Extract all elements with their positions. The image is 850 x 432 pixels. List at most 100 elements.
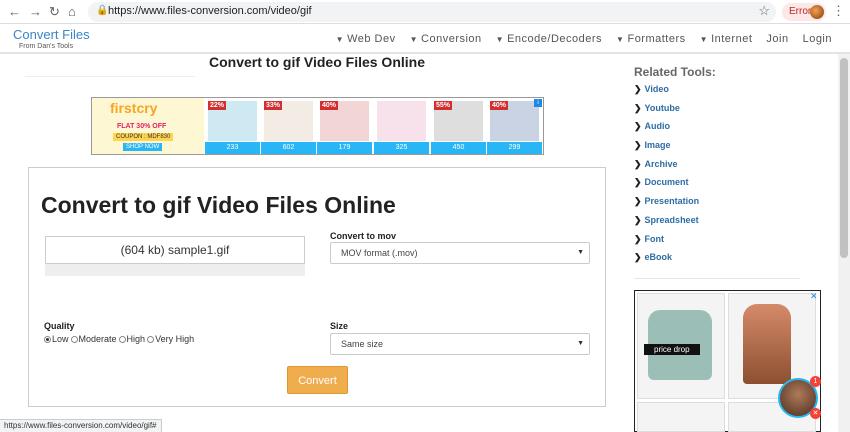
error-label: Error [789,6,812,17]
address-bar[interactable]: 🔒 https://www.files-conversion.com/video… [88,2,776,22]
kebab-menu-icon[interactable]: ⋮ [832,3,845,19]
related-item-presentation[interactable]: ❯ Presentation [634,196,699,215]
format-select-value: MOV format (.mov) [341,248,418,258]
quality-radio-group: Low Moderate High Very High [44,334,196,344]
product-price: 233 [205,142,260,154]
related-item-audio[interactable]: ❯ Audio [634,121,699,140]
bookmark-star-icon[interactable]: ☆ [758,3,770,19]
related-item-document[interactable]: ❯ Document [634,177,699,196]
chat-notification-badge: 1 [810,376,821,387]
radio-dot[interactable] [44,335,51,343]
quality-very-high-radio[interactable]: Very High [147,334,194,344]
related-item-ebook[interactable]: ❯ eBook [634,252,699,271]
product-price: 602 [261,142,316,154]
related-item-spreadsheet[interactable]: ❯ Spreadsheet [634,215,699,234]
nav-encode-decoders[interactable]: ▼ Encode/Decoders [496,33,602,45]
ad-coupon: COUPON : MDF830 [113,133,174,141]
caret-down-icon: ▼ [409,35,419,44]
ad-product-tile[interactable]: 40% 179 [317,98,372,154]
profile-error-button[interactable]: Error [782,3,826,21]
related-item-image[interactable]: ❯ Image [634,140,699,159]
back-icon[interactable]: ← [8,4,21,19]
chevron-right-icon: ❯ [634,196,642,207]
product-price: 450 [431,142,486,154]
page-title: Convert to gif Video Files Online [209,54,425,70]
related-tools-title: Related Tools: [634,65,716,79]
ad-product-tile[interactable]: 55% 450 [431,98,486,154]
nav-join[interactable]: Join [766,33,788,45]
ad-product-tile[interactable]: 33% 602 [261,98,316,154]
nav-internet[interactable]: ▼ Internet [700,33,753,45]
quality-label: Quality [44,321,75,331]
related-item-video[interactable]: ❯ Video [634,84,699,103]
convert-to-label: Convert to mov [330,231,397,241]
forward-icon[interactable]: → [29,4,42,19]
discount-badge: 40% [320,101,339,110]
chevron-right-icon: ❯ [634,214,642,225]
product-price: 299 [487,142,542,154]
product-image [743,304,791,384]
nav-login[interactable]: Login [803,33,832,45]
site-header: Convert Files From Dan's Tools ▼ Web Dev … [0,24,850,54]
converter-title: Convert to gif Video Files Online [41,192,396,218]
reload-icon[interactable]: ↻ [49,4,60,20]
ad-product-tile[interactable]: 325 [374,98,429,154]
quality-low-radio[interactable]: Low [44,334,69,344]
scrollbar-thumb[interactable] [840,58,848,258]
dropdown-arrow-icon: ▼ [577,249,584,256]
discount-badge: 33% [264,101,283,110]
nav-web-dev[interactable]: ▼ Web Dev [336,33,396,45]
file-input[interactable]: (604 kb) sample1.gif [45,236,305,264]
convert-button[interactable]: Convert [287,366,348,394]
browser-toolbar: ← → ↻ ⌂ 🔒 https://www.files-conversion.c… [0,0,850,24]
discount-badge: 22% [208,101,227,110]
related-tools-list: ❯ Video ❯ Youtube ❯ Audio ❯ Image ❯ Archive ❯… [634,84,699,271]
radio-dot[interactable] [70,335,78,343]
ad-product-tile[interactable]: 22% 233 [205,98,260,154]
dropdown-arrow-icon: ▼ [577,340,584,347]
divider [634,278,800,279]
chat-close-icon[interactable]: ✕ [810,408,821,419]
related-item-youtube[interactable]: ❯ Youtube [634,103,699,122]
site-logo[interactable]: Convert Files [13,27,90,42]
quality-moderate-radio[interactable]: Moderate [70,334,117,344]
caret-down-icon: ▼ [335,35,345,44]
format-select[interactable]: MOV format (.mov) ▼ [330,242,590,264]
caret-down-icon: ▼ [699,35,709,44]
caret-down-icon: ▼ [616,35,625,44]
ad-product-cell[interactable] [637,402,725,432]
home-icon[interactable]: ⌂ [68,4,76,19]
size-select[interactable]: Same size ▼ [330,333,590,355]
ad-shop-now[interactable]: SHOP NOW [123,143,163,151]
caret-down-icon: ▼ [495,35,505,44]
radio-dot[interactable] [147,335,155,343]
chevron-right-icon: ❯ [634,102,642,113]
discount-badge: 40% [490,101,509,110]
price-drop-label: price drop [644,344,700,355]
related-item-archive[interactable]: ❯ Archive [634,159,699,178]
site-logo-subtitle: From Dan's Tools [19,43,74,50]
radio-dot[interactable] [118,335,126,343]
chevron-right-icon: ❯ [634,84,642,94]
chevron-right-icon: ❯ [634,140,642,151]
lock-icon: 🔒 [96,5,109,16]
nav-conversion[interactable]: ▼ Conversion [410,33,482,45]
discount-badge: 55% [434,101,453,110]
product-image [377,101,426,141]
ad-info-icon[interactable]: i [534,99,542,107]
product-price: 325 [374,142,429,154]
ad-brand-panel[interactable]: firstcry FLAT 30% OFF COUPON : MDF830 SH… [92,98,204,154]
ad-brand: firstcry [110,100,158,116]
ad-product-cell[interactable]: price drop [637,293,725,399]
page-scrollbar[interactable] [838,54,850,432]
ad-banner[interactable]: firstcry FLAT 30% OFF COUPON : MDF830 SH… [91,97,544,155]
ad-flat-text: FLAT 30% OFF [117,123,167,130]
nav-formatters[interactable]: ▼ Formatters [616,33,686,45]
quality-high-radio[interactable]: High [118,334,145,344]
related-item-font[interactable]: ❯ Font [634,234,699,253]
converter-panel: Convert to gif Video Files Online (604 k… [28,167,606,407]
chevron-right-icon: ❯ [634,177,642,188]
ad-close-icon[interactable]: ✕ [810,292,819,301]
address-url[interactable]: https://www.files-conversion.com/video/g… [108,5,312,17]
chevron-right-icon: ❯ [634,252,642,263]
